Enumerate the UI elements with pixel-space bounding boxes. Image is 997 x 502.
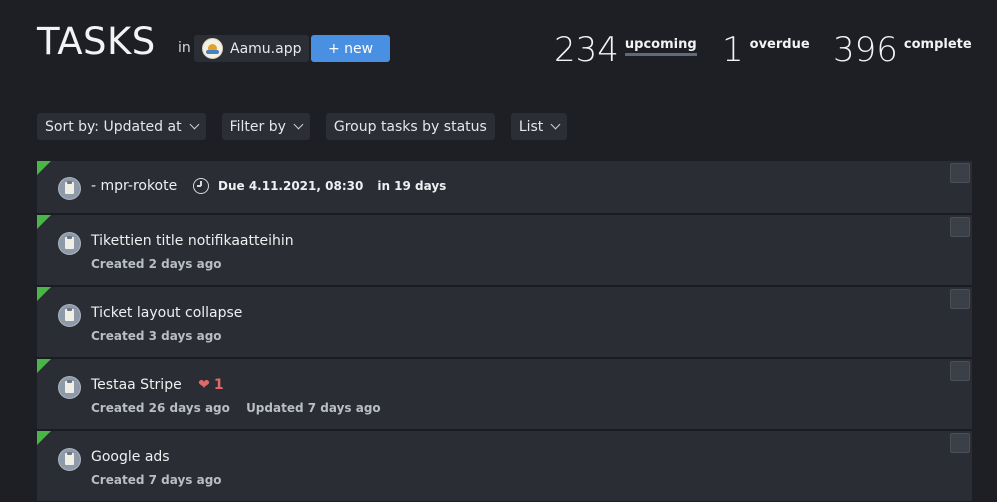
- created-text: Created 3 days ago: [91, 329, 222, 343]
- status-indicator: [37, 287, 51, 301]
- stat-overdue[interactable]: 1 overdue: [722, 30, 810, 70]
- task-checkbox[interactable]: [950, 163, 970, 183]
- task-checkbox[interactable]: [950, 289, 970, 309]
- task-title-with-likes: Testaa Stripe ❤ 1: [91, 377, 224, 393]
- clipboard-avatar-icon: [58, 448, 81, 471]
- task-title[interactable]: Testaa Stripe: [91, 377, 182, 393]
- clipboard-avatar-icon: [58, 304, 81, 327]
- created-text: Created 2 days ago: [91, 257, 222, 271]
- stat-complete[interactable]: 396 complete: [833, 30, 972, 70]
- group-label: Group tasks by status: [333, 118, 487, 135]
- due-date-text: Due 4.11.2021, 08:30: [218, 179, 364, 193]
- clipboard-avatar-icon: [58, 376, 81, 399]
- overdue-count: 1: [722, 30, 744, 70]
- task-list: - mpr-rokote Due 4.11.2021, 08:30 in 19 …: [37, 161, 972, 502]
- chevron-down-icon: [189, 119, 200, 130]
- task-row[interactable]: Tikettien title notifikaatteihin Created…: [37, 215, 972, 287]
- task-meta: Created 2 days ago: [91, 257, 222, 271]
- task-checkbox[interactable]: [950, 433, 970, 453]
- task-row[interactable]: Testaa Stripe ❤ 1 Created 26 days ago Up…: [37, 359, 972, 431]
- likes-count: 1: [213, 377, 224, 393]
- new-task-button[interactable]: + new: [311, 35, 390, 62]
- in-label: in: [178, 40, 191, 56]
- clipboard-avatar-icon: [58, 177, 81, 200]
- task-checkbox[interactable]: [950, 217, 970, 237]
- task-row[interactable]: Google ads Created 7 days ago: [37, 431, 972, 502]
- task-checkbox[interactable]: [950, 361, 970, 381]
- project-name: Aamu.app: [230, 40, 302, 57]
- sort-dropdown[interactable]: Sort by: Updated at: [37, 113, 206, 140]
- due-date: Due 4.11.2021, 08:30 in 19 days: [193, 178, 446, 194]
- task-meta: Created 3 days ago: [91, 329, 222, 343]
- task-title[interactable]: - mpr-rokote: [91, 178, 177, 194]
- updated-text: Updated 7 days ago: [246, 401, 381, 415]
- heart-icon: ❤: [198, 377, 210, 393]
- status-indicator: [37, 161, 51, 175]
- task-row[interactable]: Ticket layout collapse Created 3 days ag…: [37, 287, 972, 359]
- task-title[interactable]: Tikettien title notifikaatteihin: [91, 233, 294, 249]
- status-indicator: [37, 431, 51, 445]
- project-selector[interactable]: Aamu.app: [194, 35, 310, 62]
- clock-icon: [193, 178, 209, 194]
- created-text: Created 7 days ago: [91, 473, 222, 487]
- status-indicator: [37, 215, 51, 229]
- upcoming-label: upcoming: [624, 37, 697, 56]
- status-indicator: [37, 359, 51, 373]
- view-label: List: [518, 118, 544, 135]
- view-dropdown[interactable]: List: [510, 113, 568, 140]
- complete-label: complete: [903, 37, 972, 52]
- likes-badge[interactable]: ❤ 1: [198, 377, 223, 393]
- complete-count: 396: [833, 30, 898, 70]
- due-relative: in 19 days: [377, 179, 447, 193]
- overdue-label: overdue: [749, 37, 810, 52]
- page-title: TASKS: [37, 20, 156, 63]
- sort-label: Sort by: Updated at: [45, 118, 182, 135]
- task-title[interactable]: Google ads: [91, 449, 170, 465]
- chevron-down-icon: [550, 119, 561, 130]
- clipboard-avatar-icon: [58, 232, 81, 255]
- group-by-status-button[interactable]: Group tasks by status: [325, 113, 495, 140]
- chevron-down-icon: [293, 119, 304, 130]
- filter-dropdown[interactable]: Filter by: [221, 113, 310, 140]
- task-title[interactable]: Ticket layout collapse: [91, 305, 242, 321]
- stat-upcoming[interactable]: 234 upcoming: [554, 30, 697, 70]
- created-text: Created 26 days ago: [91, 401, 230, 415]
- task-row[interactable]: - mpr-rokote Due 4.11.2021, 08:30 in 19 …: [37, 161, 972, 215]
- toolbar: Sort by: Updated at Filter by Group task…: [37, 113, 583, 140]
- upcoming-count: 234: [554, 30, 619, 70]
- task-meta: Created 26 days ago Updated 7 days ago: [91, 401, 381, 415]
- filter-label: Filter by: [229, 118, 286, 135]
- aamu-logo-icon: [202, 38, 223, 59]
- task-meta: Created 7 days ago: [91, 473, 222, 487]
